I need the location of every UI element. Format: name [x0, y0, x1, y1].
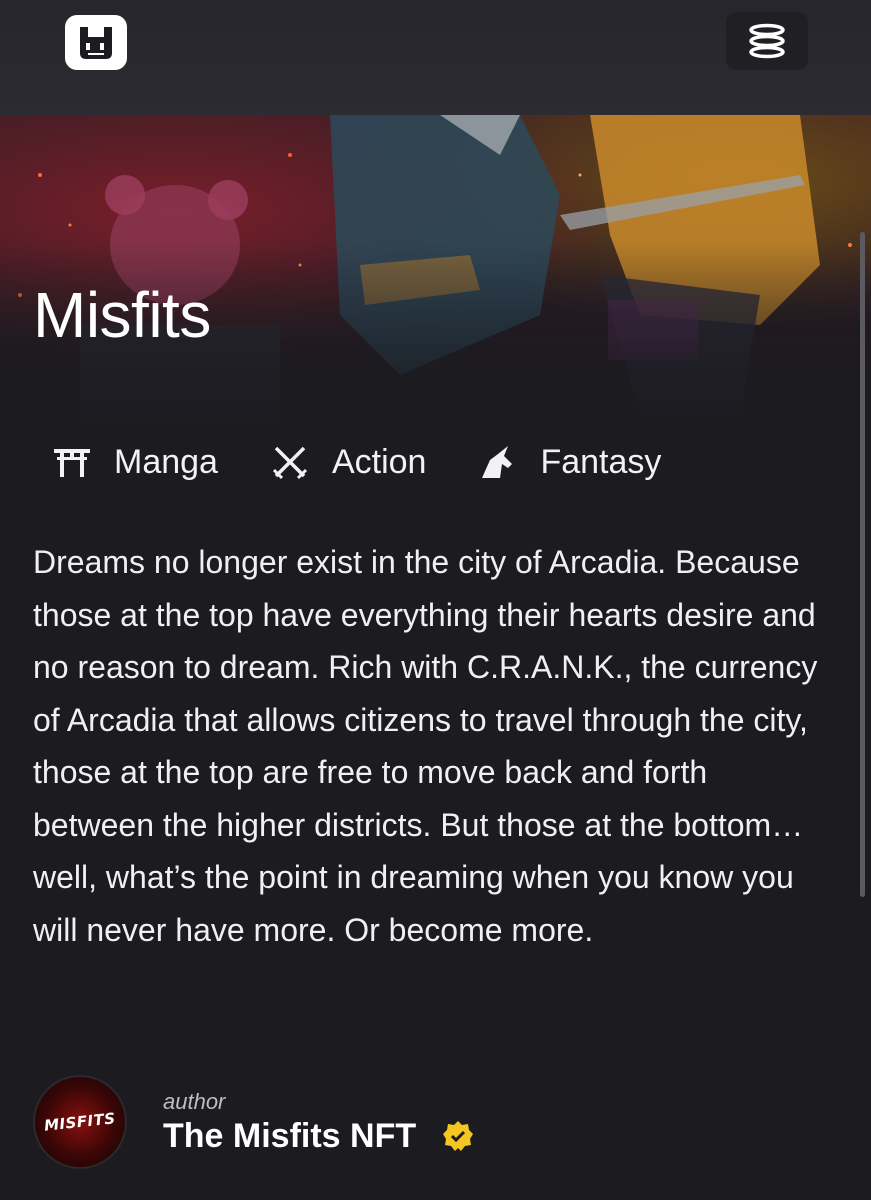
torii-gate-icon [52, 442, 92, 482]
author-info: author The Misfits NFT [163, 1089, 474, 1156]
top-bar [0, 0, 871, 115]
home-logo-button[interactable] [65, 15, 127, 70]
unicorn-icon [478, 442, 518, 482]
bunny-logo-icon [80, 26, 112, 59]
series-description: Dreams no longer exist in the city of Ar… [33, 544, 818, 948]
author-name-row: The Misfits NFT [163, 1117, 474, 1156]
author-name[interactable]: The Misfits NFT [163, 1117, 416, 1156]
series-title: Misfits [33, 279, 211, 351]
tag-fantasy[interactable]: Fantasy [478, 442, 661, 482]
author-block[interactable]: MISFITS author The Misfits NFT [33, 1075, 474, 1169]
avatar[interactable]: MISFITS [33, 1075, 127, 1169]
stack-menu-icon [749, 23, 785, 59]
tag-label: Action [331, 442, 427, 481]
tag-label: Fantasy [540, 442, 662, 481]
tag-action[interactable]: Action [270, 442, 427, 482]
crossed-swords-icon [270, 442, 310, 482]
menu-button[interactable] [726, 12, 808, 70]
genre-tags: Manga Action Fantasy [52, 440, 713, 484]
tag-label: Manga [114, 442, 218, 481]
cover-artwork [0, 115, 871, 435]
verified-badge-icon [443, 1121, 474, 1151]
tag-manga[interactable]: Manga [52, 442, 218, 482]
scrollbar[interactable] [860, 232, 865, 897]
avatar-logo-text: MISFITS [43, 1109, 117, 1135]
author-role-label: author [163, 1088, 226, 1114]
